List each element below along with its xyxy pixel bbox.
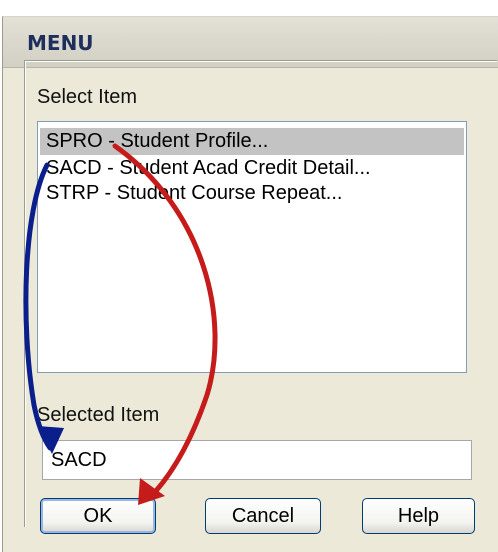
ok-button[interactable]: OK xyxy=(40,498,156,534)
list-item-strp[interactable]: STRP - Student Course Repeat... xyxy=(40,180,464,207)
dialog-title: MENU xyxy=(27,31,94,55)
select-item-label: Select Item xyxy=(37,86,138,108)
item-listbox[interactable]: SPRO - Student Profile... SACD - Student… xyxy=(37,121,467,373)
help-button[interactable]: Help xyxy=(362,498,475,534)
list-item-spro[interactable]: SPRO - Student Profile... xyxy=(40,128,464,155)
background-window-scrap: ▔▔ ▔▔▔ ▔▔ xyxy=(270,0,345,9)
screenshot-page: ▔▔ ▔▔▔ ▔▔ MENU Select Item SPRO - Studen… xyxy=(0,0,498,552)
selected-item-field[interactable]: SACD xyxy=(42,440,472,480)
list-item-sacd[interactable]: SACD - Student Acad Credit Detail... xyxy=(40,155,464,182)
selected-item-label: Selected Item xyxy=(37,404,160,426)
cancel-button[interactable]: Cancel xyxy=(205,498,321,534)
